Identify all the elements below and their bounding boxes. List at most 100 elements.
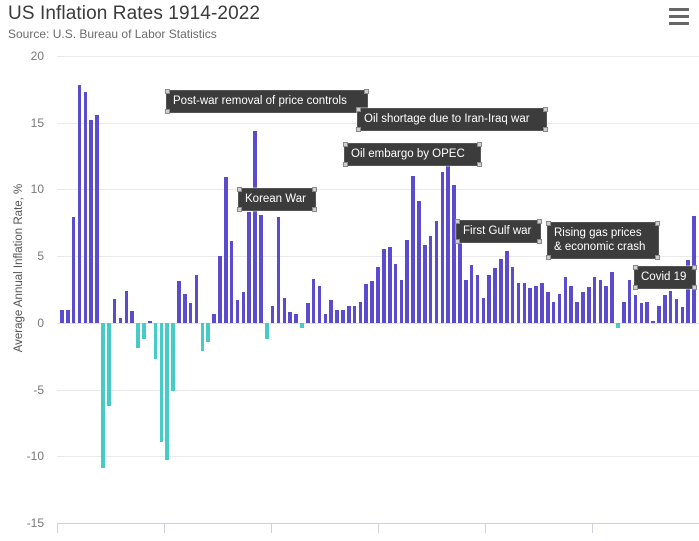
annotation-resize-handle[interactable]: [237, 207, 242, 212]
bar[interactable]: [680, 306, 685, 323]
bar[interactable]: [60, 309, 64, 323]
annotation-resize-handle[interactable]: [692, 265, 697, 270]
bar[interactable]: [194, 274, 199, 323]
bar[interactable]: [434, 221, 439, 323]
bar[interactable]: [106, 322, 111, 406]
bar[interactable]: [177, 281, 181, 323]
bar[interactable]: [668, 290, 673, 323]
bar[interactable]: [382, 249, 386, 323]
bar[interactable]: [235, 300, 240, 323]
bar[interactable]: [616, 322, 620, 329]
bar[interactable]: [610, 272, 614, 323]
annotation-resize-handle[interactable]: [165, 89, 170, 94]
bar[interactable]: [387, 246, 392, 323]
bar[interactable]: [522, 282, 527, 323]
bar[interactable]: [341, 309, 345, 323]
bar[interactable]: [224, 177, 228, 323]
annotation-resize-handle[interactable]: [165, 109, 170, 114]
bar[interactable]: [581, 292, 585, 323]
bar[interactable]: [247, 212, 252, 323]
annotation-resize-handle[interactable]: [312, 187, 317, 192]
annotation-resize-handle[interactable]: [692, 285, 697, 290]
annotation-resize-handle[interactable]: [237, 187, 242, 192]
chart-annotation[interactable]: Oil shortage due to Iran-Iraq war: [356, 107, 548, 132]
bar[interactable]: [393, 264, 398, 323]
bar[interactable]: [200, 322, 205, 351]
bar[interactable]: [545, 292, 550, 323]
annotation-resize-handle[interactable]: [356, 107, 361, 112]
bar[interactable]: [657, 305, 661, 323]
bar[interactable]: [487, 274, 491, 323]
bar[interactable]: [218, 256, 222, 323]
bar[interactable]: [153, 322, 158, 359]
bar[interactable]: [598, 280, 603, 323]
annotation-resize-handle[interactable]: [546, 221, 551, 226]
bar[interactable]: [504, 250, 509, 323]
bar[interactable]: [575, 301, 579, 323]
bar[interactable]: [305, 302, 310, 323]
bar[interactable]: [165, 322, 170, 461]
annotation-resize-handle[interactable]: [455, 219, 460, 224]
bar[interactable]: [417, 201, 421, 323]
annotation-resize-handle[interactable]: [633, 285, 638, 290]
annotation-resize-handle[interactable]: [364, 89, 369, 94]
bar[interactable]: [440, 172, 445, 323]
bar[interactable]: [481, 297, 486, 323]
bar[interactable]: [376, 266, 380, 323]
annotation-resize-handle[interactable]: [537, 219, 542, 224]
annotation-resize-handle[interactable]: [477, 162, 482, 167]
bar[interactable]: [464, 280, 468, 323]
bar[interactable]: [622, 301, 626, 323]
bar[interactable]: [89, 120, 93, 323]
bar[interactable]: [124, 290, 129, 323]
bar[interactable]: [592, 277, 597, 323]
bar[interactable]: [65, 309, 70, 323]
bar[interactable]: [674, 298, 679, 323]
bar[interactable]: [288, 312, 292, 323]
annotation-resize-handle[interactable]: [312, 207, 317, 212]
bar[interactable]: [294, 313, 298, 323]
bar[interactable]: [276, 217, 281, 323]
bar[interactable]: [112, 298, 117, 323]
bar[interactable]: [118, 317, 123, 323]
bar[interactable]: [399, 280, 404, 323]
bar[interactable]: [364, 284, 369, 323]
bar[interactable]: [352, 305, 357, 323]
chart-annotation[interactable]: Post-war removal of price controls: [165, 89, 369, 114]
bar[interactable]: [563, 277, 568, 323]
bar[interactable]: [83, 92, 88, 323]
annotation-resize-handle[interactable]: [655, 255, 660, 260]
bar[interactable]: [300, 322, 304, 329]
bar[interactable]: [534, 285, 538, 323]
bar[interactable]: [101, 322, 105, 469]
bar[interactable]: [516, 282, 521, 323]
bar[interactable]: [423, 245, 427, 323]
bar[interactable]: [323, 313, 328, 323]
bar[interactable]: [317, 285, 322, 323]
bar[interactable]: [282, 297, 287, 323]
bar[interactable]: [329, 300, 333, 323]
bar[interactable]: [142, 322, 146, 339]
bar[interactable]: [645, 301, 650, 323]
annotation-resize-handle[interactable]: [477, 142, 482, 147]
bar[interactable]: [651, 321, 655, 323]
chart-annotation[interactable]: Rising gas prices & economic crash: [546, 221, 660, 260]
bar[interactable]: [446, 142, 451, 323]
bar[interactable]: [627, 280, 632, 323]
bar[interactable]: [633, 294, 638, 323]
annotation-resize-handle[interactable]: [356, 127, 361, 132]
bar[interactable]: [264, 322, 269, 339]
bar[interactable]: [604, 285, 609, 323]
annotation-resize-handle[interactable]: [343, 162, 348, 167]
bar[interactable]: [130, 310, 134, 323]
bar[interactable]: [493, 268, 497, 323]
bar[interactable]: [569, 285, 573, 323]
annotation-resize-handle[interactable]: [546, 255, 551, 260]
bar[interactable]: [428, 236, 433, 323]
bar[interactable]: [358, 301, 363, 323]
chart-annotation[interactable]: First Gulf war: [455, 219, 542, 244]
bar[interactable]: [77, 85, 82, 323]
bar[interactable]: [270, 305, 275, 323]
annotation-resize-handle[interactable]: [655, 221, 660, 226]
bar[interactable]: [159, 322, 164, 442]
